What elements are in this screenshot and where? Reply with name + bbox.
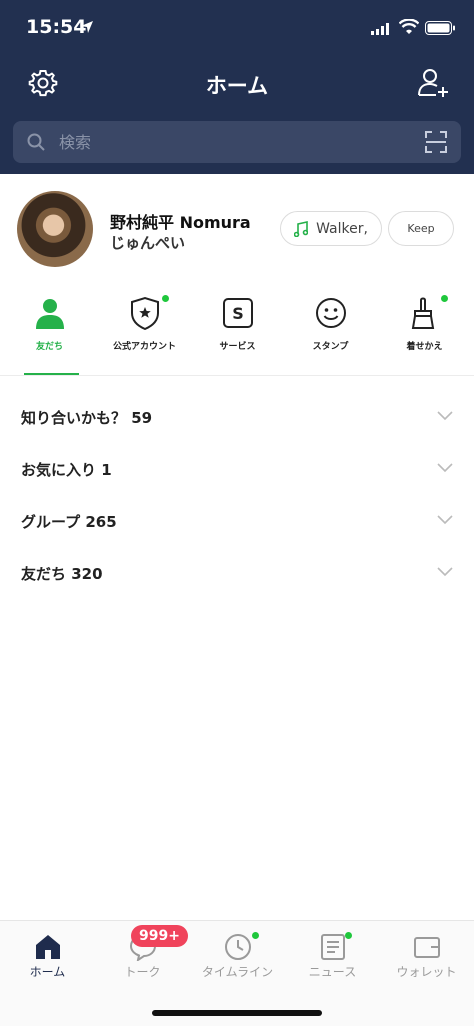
chevron-down-icon	[437, 515, 453, 525]
bottom-nav: ホーム トーク 999+ タイムライン ニュース ウォレット	[0, 920, 474, 1026]
search-bar[interactable]	[13, 121, 461, 163]
news-icon	[321, 934, 345, 960]
tab-services[interactable]: S サービス	[190, 290, 285, 376]
wallet-icon	[414, 937, 440, 958]
tab-label: 友だち	[35, 342, 63, 352]
nav-label: ホーム	[29, 965, 66, 979]
page-title: ホーム	[205, 74, 269, 98]
battery-icon	[425, 21, 455, 35]
nav-label: ニュース	[308, 965, 357, 979]
sticker-smiley-icon	[316, 298, 346, 328]
chevron-down-icon	[437, 463, 453, 473]
tab-friends[interactable]: 友だち	[2, 290, 97, 376]
tab-themes[interactable]: 着せかえ	[377, 290, 472, 376]
nav-label: トーク	[124, 965, 161, 979]
unread-badge: 999+	[131, 925, 188, 947]
notification-dot	[252, 932, 259, 939]
section-groups[interactable]: グループ 265	[0, 495, 474, 547]
section-friends[interactable]: 友だち 320	[0, 547, 474, 599]
tab-label: スタンプ	[312, 342, 349, 352]
tab-label: 着せかえ	[406, 342, 443, 352]
section-label: 友だち 320	[21, 565, 103, 583]
section-label: 知り合いかも？ 59	[21, 409, 153, 427]
music-title: Walker,	[316, 220, 368, 237]
section-label: お気に入り 1	[21, 461, 112, 479]
status-bar: 15:54	[0, 0, 474, 58]
section-suggested-friends[interactable]: 知り合いかも？ 59	[0, 391, 474, 443]
music-note-icon	[294, 220, 309, 237]
tab-label: サービス	[219, 342, 256, 352]
status-time: 15:54	[26, 16, 87, 38]
section-label: グループ 265	[21, 513, 117, 531]
clock-icon	[225, 934, 251, 960]
home-icon	[36, 935, 60, 959]
friends-person-icon	[36, 299, 64, 329]
notification-dot	[345, 932, 352, 939]
nav-timeline[interactable]: タイムライン	[190, 921, 285, 991]
service-tabs: 友だち 公式アカウント S サービス スタンプ 着せかえ	[0, 290, 474, 376]
official-account-shield-icon	[131, 296, 159, 330]
keep-button[interactable]: Keep	[388, 211, 454, 246]
tab-label: 公式アカウント	[112, 342, 176, 352]
cell-signal-icon	[371, 23, 389, 35]
nav-wallet[interactable]: ウォレット	[379, 921, 474, 991]
profile-avatar[interactable]	[17, 191, 93, 267]
notification-dot	[162, 295, 169, 302]
chevron-down-icon	[437, 411, 453, 421]
header-bar: 15:54 ホーム	[0, 0, 474, 174]
location-arrow-icon	[81, 21, 93, 33]
tab-official-accounts[interactable]: 公式アカウント	[97, 290, 192, 376]
profile-status-message: じゅんぺい	[110, 234, 186, 252]
profile-music-button[interactable]: Walker,	[280, 211, 382, 246]
profile-name[interactable]: 野村純平 Nomura	[110, 209, 251, 233]
nav-home[interactable]: ホーム	[0, 921, 95, 991]
search-input[interactable]	[59, 121, 399, 163]
nav-label: タイムライン	[201, 965, 274, 979]
section-favorites[interactable]: お気に入り 1	[0, 443, 474, 495]
add-friend-icon[interactable]	[416, 66, 450, 100]
search-icon	[27, 133, 45, 151]
theme-brush-icon	[411, 297, 435, 329]
nav-news[interactable]: ニュース	[285, 921, 380, 991]
home-indicator[interactable]	[152, 1010, 322, 1016]
nav-label: ウォレット	[396, 965, 457, 979]
tab-stickers[interactable]: スタンプ	[283, 290, 378, 376]
chevron-down-icon	[437, 567, 453, 577]
notification-dot	[441, 295, 448, 302]
divider	[0, 375, 474, 376]
services-s-icon: S	[223, 298, 253, 328]
qr-scan-icon[interactable]	[425, 131, 447, 153]
svg-text:S: S	[232, 304, 244, 323]
wifi-icon	[399, 19, 419, 34]
